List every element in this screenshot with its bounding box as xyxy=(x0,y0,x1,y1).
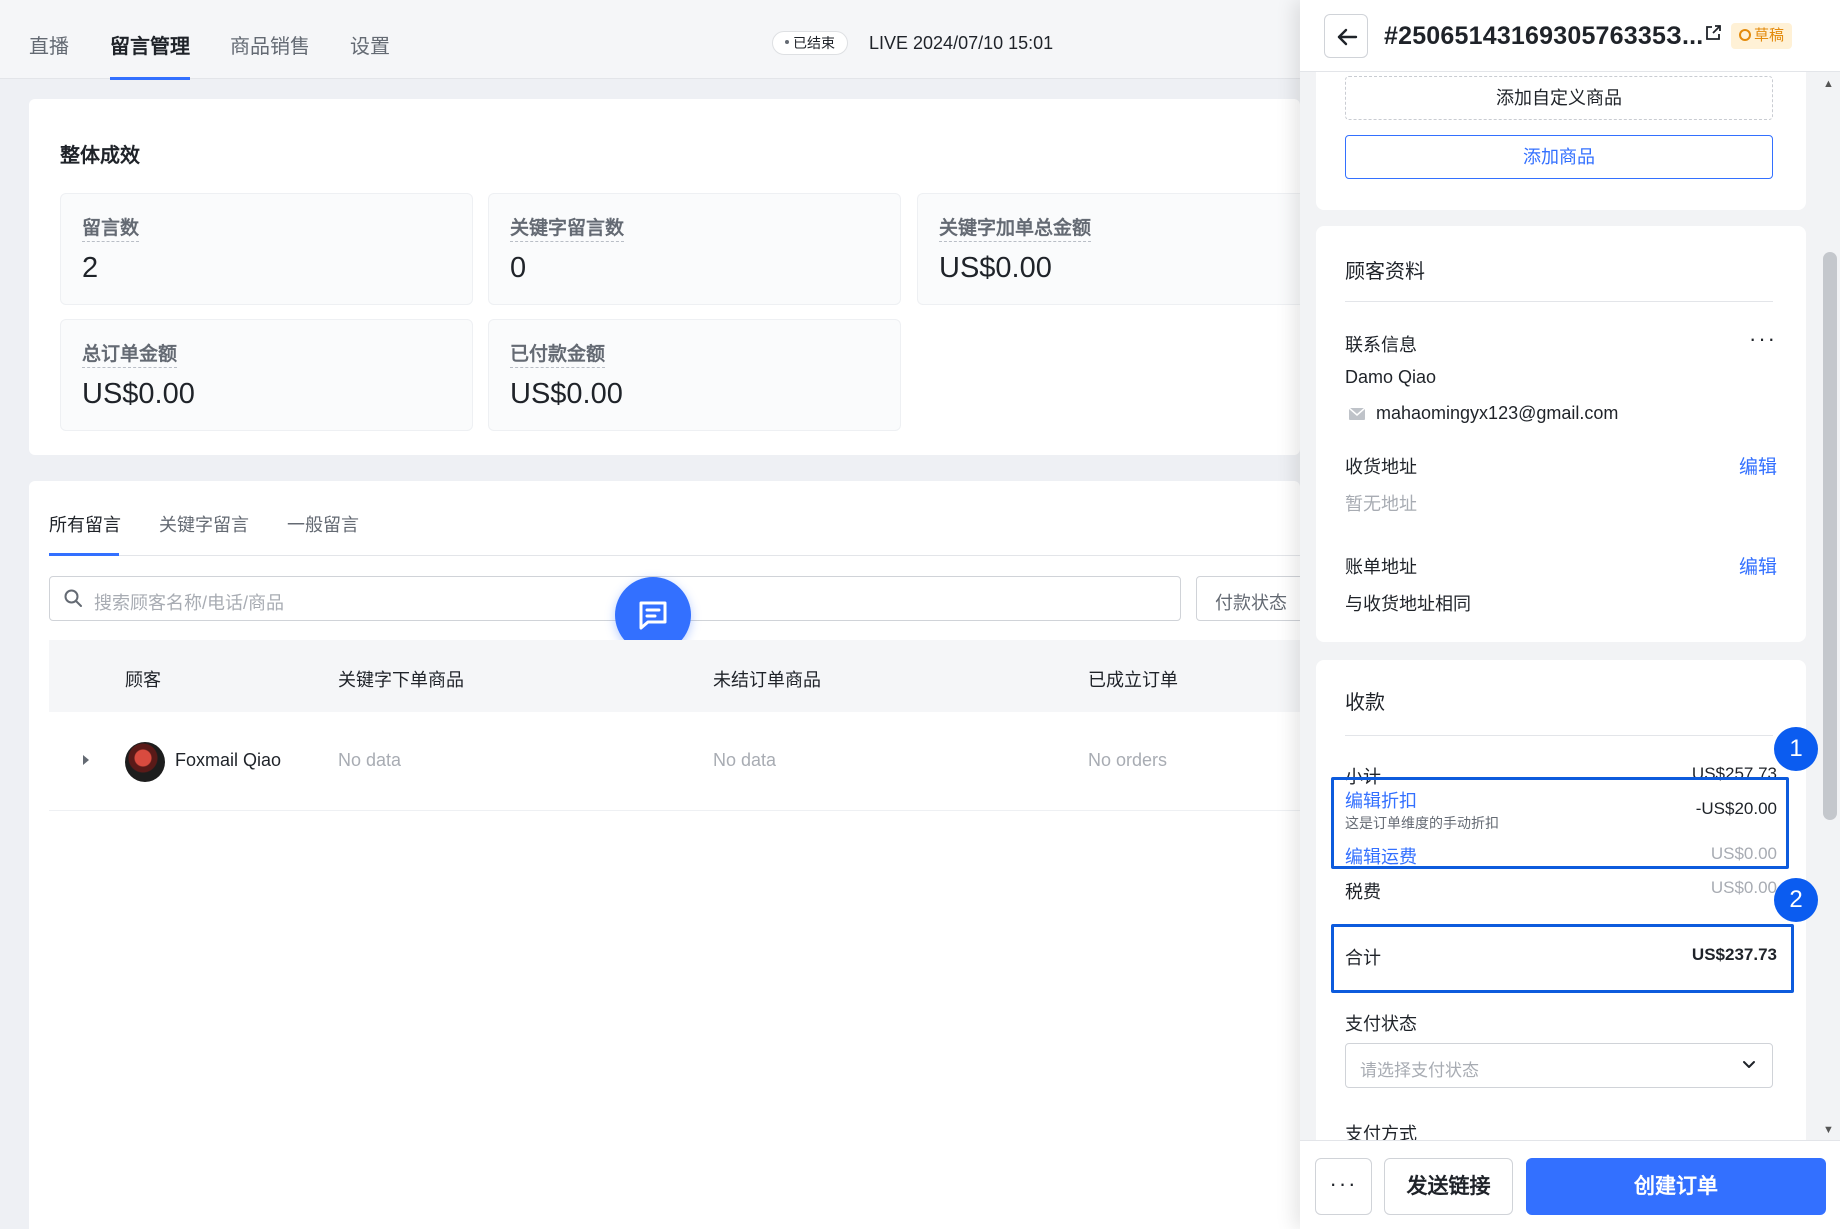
payment-status-label: 支付状态 xyxy=(1345,1014,1417,1034)
tabs-divider xyxy=(49,555,1300,556)
drawer-footer: ··· 发送链接 创建订单 xyxy=(1300,1140,1840,1229)
stat-value: 0 xyxy=(510,252,527,284)
draft-badge-text: 草稿 xyxy=(1754,27,1785,44)
column-header-customer: 顾客 xyxy=(125,670,161,690)
payment-method-label: 支付方式 xyxy=(1345,1124,1417,1140)
stat-value: 2 xyxy=(82,252,99,284)
draft-ring-icon xyxy=(1739,29,1751,41)
subtab-general-comments[interactable]: 一般留言 xyxy=(287,511,359,537)
stat-paid-amount: 已付款金额 US$0.00 xyxy=(488,319,901,431)
table-header: 顾客 关键字下单商品 未结订单商品 已成立订单 xyxy=(49,640,1300,712)
active-tab-indicator xyxy=(110,77,190,80)
stat-label[interactable]: 关键字留言数 xyxy=(510,213,625,242)
shipping-address-value: 暂无地址 xyxy=(1345,494,1417,514)
create-order-button[interactable]: 创建订单 xyxy=(1526,1158,1826,1215)
comments-card: 所有留言 关键字留言 一般留言 搜索顾客名称/电话/商品 付款状态 顾客 关键字… xyxy=(29,481,1306,1229)
stat-value: US$0.00 xyxy=(939,252,1052,284)
stat-keyword-order-total: 关键字加单总金额 US$0.00 xyxy=(917,193,1300,305)
billing-address-value: 与收货地址相同 xyxy=(1345,594,1471,614)
payment-status-filter[interactable]: 付款状态 xyxy=(1196,576,1306,621)
stat-label[interactable]: 留言数 xyxy=(82,213,140,242)
external-link-icon[interactable] xyxy=(1704,24,1722,42)
filter-label: 付款状态 xyxy=(1215,593,1287,613)
keyword-items-value: No data xyxy=(338,750,402,770)
column-header-keyword-items: 关键字下单商品 xyxy=(338,670,464,690)
stat-label[interactable]: 总订单金额 xyxy=(82,339,178,368)
mail-icon xyxy=(1349,408,1365,420)
top-navigation: 直播 留言管理 商品销售 设置 已结束 LIVE 2024/07/10 15:0… xyxy=(0,0,1300,80)
live-status-badge: 已结束 xyxy=(772,31,848,55)
stat-label[interactable]: 已付款金额 xyxy=(510,339,606,368)
live-time: LIVE 2024/07/10 15:01 xyxy=(869,33,1054,53)
stat-comment-count: 留言数 2 xyxy=(60,193,473,305)
arrow-left-icon xyxy=(1337,28,1358,46)
column-header-open-items: 未结订单商品 xyxy=(713,670,821,690)
drawer-header: #2506514316930576335З... 草稿 xyxy=(1300,0,1840,72)
search-icon xyxy=(64,589,82,607)
overall-performance-card: 整体成效 留言数 2 关键字留言数 0 关键字加单总金额 US$0.00 总订单… xyxy=(29,99,1300,455)
order-drawer: #2506514316930576335З... 草稿 添加自定义商品 添加商品… xyxy=(1300,0,1840,1229)
shipping-address-label: 收货地址 xyxy=(1345,457,1417,477)
scroll-up-icon[interactable]: ▲ xyxy=(1823,78,1834,90)
payment-status-placeholder: 请选择支付状态 xyxy=(1360,1061,1479,1080)
subtab-keyword-comments[interactable]: 关键字留言 xyxy=(159,511,249,537)
divider xyxy=(1345,301,1773,302)
tax-label: 税费 xyxy=(1345,882,1381,902)
billing-address-label: 账单地址 xyxy=(1345,557,1417,577)
send-link-button[interactable]: 发送链接 xyxy=(1384,1158,1513,1215)
tab-product-sales[interactable]: 商品销售 xyxy=(230,30,310,59)
annotation-badge-2: 2 xyxy=(1774,878,1818,922)
back-button[interactable] xyxy=(1324,14,1368,58)
drawer-body: 添加自定义商品 添加商品 顾客资料 联系信息 ··· Damo Qiao mah… xyxy=(1300,72,1822,1140)
stat-value: US$0.00 xyxy=(82,378,195,410)
orders-value: No orders xyxy=(1088,750,1168,770)
column-header-orders: 已成立订单 xyxy=(1088,670,1178,690)
edit-billing-address-link[interactable]: 编辑 xyxy=(1739,552,1777,579)
stat-total-order-amount: 总订单金额 US$0.00 xyxy=(60,319,473,431)
customer-section-title: 顾客资料 xyxy=(1345,261,1425,283)
chevron-down-icon xyxy=(1743,1061,1755,1068)
tab-comment-management[interactable]: 留言管理 xyxy=(110,30,190,59)
active-subtab-indicator xyxy=(49,553,119,556)
tax-value: US$0.00 xyxy=(1710,878,1777,897)
stat-keyword-comment-count: 关键字留言数 0 xyxy=(488,193,901,305)
section-title: 整体成效 xyxy=(60,145,140,167)
contact-info-label: 联系信息 xyxy=(1345,335,1417,355)
products-panel: 添加自定义商品 添加商品 xyxy=(1316,72,1806,210)
customer-info-panel: 顾客资料 联系信息 ··· Damo Qiao mahaomingyx123@g… xyxy=(1316,226,1806,642)
stat-label[interactable]: 关键字加单总金额 xyxy=(939,213,1092,242)
payment-panel: 收款 小计 US$257.73 编辑折扣 这是订单维度的手动折扣 -US$20.… xyxy=(1316,660,1806,1140)
status-dot-icon xyxy=(785,40,789,45)
payment-section-title: 收款 xyxy=(1345,692,1385,714)
add-product-button[interactable]: 添加商品 xyxy=(1345,135,1773,179)
total-highlight xyxy=(1331,924,1794,993)
more-actions-button[interactable]: ··· xyxy=(1315,1158,1372,1215)
search-placeholder: 搜索顾客名称/电话/商品 xyxy=(94,593,285,613)
edit-shipping-address-link[interactable]: 编辑 xyxy=(1739,452,1777,479)
tab-settings[interactable]: 设置 xyxy=(350,30,390,59)
contact-more-button[interactable]: ··· xyxy=(1749,326,1777,352)
customer-name: Damo Qiao xyxy=(1345,367,1437,387)
open-items-value: No data xyxy=(713,750,777,770)
add-custom-product-button[interactable]: 添加自定义商品 xyxy=(1345,76,1773,120)
subtab-all-comments[interactable]: 所有留言 xyxy=(49,511,121,537)
customer-email: mahaomingyx123@gmail.com xyxy=(1376,403,1619,423)
stat-value: US$0.00 xyxy=(510,378,623,410)
live-status-text: 已结束 xyxy=(793,35,835,51)
customer-name[interactable]: Foxmail Qiao xyxy=(175,750,281,771)
scroll-down-icon[interactable]: ▼ xyxy=(1823,1124,1834,1136)
table-row[interactable]: Foxmail Qiao No data No data No orders xyxy=(49,712,1300,811)
draft-status-badge: 草稿 xyxy=(1731,23,1793,49)
divider xyxy=(1345,735,1773,736)
chat-icon xyxy=(639,601,667,630)
annotation-badge-1: 1 xyxy=(1774,727,1818,771)
scrollbar-thumb[interactable] xyxy=(1823,252,1837,820)
order-id: #2506514316930576335З... xyxy=(1384,22,1704,50)
avatar xyxy=(125,742,165,782)
discount-shipping-highlight xyxy=(1331,777,1789,869)
payment-status-select[interactable]: 请选择支付状态 xyxy=(1345,1043,1773,1088)
tab-live[interactable]: 直播 xyxy=(29,30,69,59)
expand-caret-icon[interactable] xyxy=(83,755,89,765)
